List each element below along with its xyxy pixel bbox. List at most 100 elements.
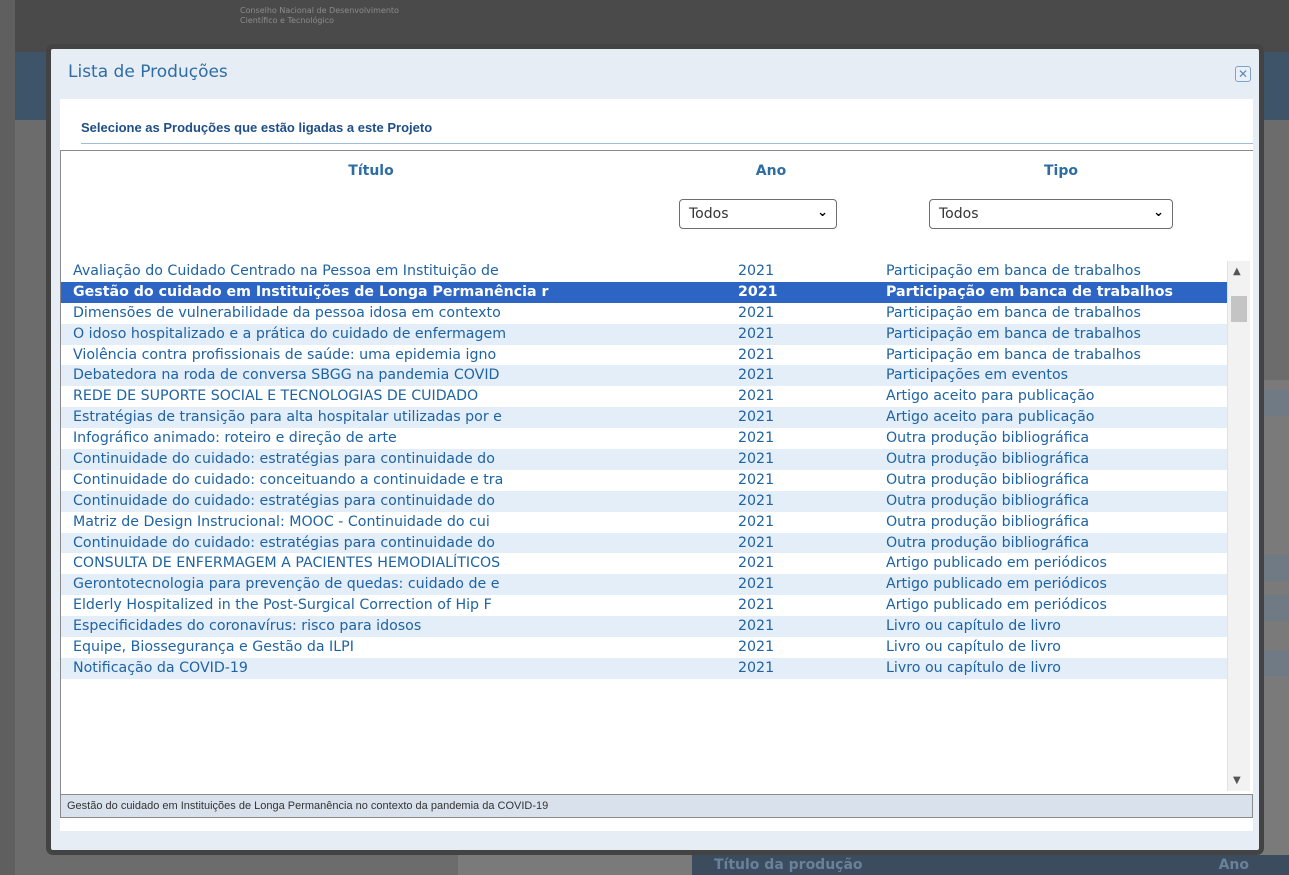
cell-titulo: Continuidade do cuidado: estratégias par… xyxy=(73,451,495,468)
cell-titulo: CONSULTA DE ENFERMAGEM A PACIENTES HEMOD… xyxy=(73,555,501,572)
cell-tipo: Participação em banca de trabalhos xyxy=(886,304,1141,321)
table-body: Avaliação do Cuidado Centrado na Pessoa … xyxy=(61,261,1227,791)
dialog-content: Selecione as Produções que estão ligadas… xyxy=(60,99,1253,831)
table-row[interactable]: Notificação da COVID-19 2021 Livro ou capí… xyxy=(61,657,1227,679)
ano-filter-value: Todos xyxy=(689,206,729,222)
cell-tipo: Livro ou capítulo de livro xyxy=(886,618,1061,635)
cell-titulo: Continuidade do cuidado: estratégias par… xyxy=(73,492,495,509)
background-col-title: Título da produção xyxy=(714,857,863,873)
producoes-table: Título Ano Tipo Todos ⌄ Todos ⌄ Avaliaçã… xyxy=(60,150,1253,818)
column-header-tipo[interactable]: Tipo xyxy=(891,163,1231,179)
background-table-header: Título da produção Ano xyxy=(692,855,1289,875)
table-row[interactable]: Continuidade do cuidado: estratégias par… xyxy=(61,449,1227,470)
close-icon[interactable]: ✕ xyxy=(1235,66,1251,82)
cell-tipo: Outra produção bibliográfica xyxy=(886,430,1090,447)
cell-tipo: Participações em eventos xyxy=(886,367,1069,384)
cell-titulo: Infográfico animado: roteiro e direção d… xyxy=(73,430,397,447)
cell-tipo: Artigo aceito para publicação xyxy=(886,409,1095,426)
cell-ano: 2021 xyxy=(738,325,775,342)
org-line-2: Científico e Tecnológico xyxy=(240,16,335,25)
cell-ano: 2021 xyxy=(738,409,775,426)
table-row[interactable]: Dimensões de vulnerabilidade da pessoa i… xyxy=(61,302,1227,324)
table-row[interactable]: Gerontotecnologia para prevenção de qued… xyxy=(61,574,1227,596)
cell-tipo: Participação em banca de trabalhos xyxy=(886,283,1173,300)
cell-titulo: Dimensões de vulnerabilidade da pessoa i… xyxy=(73,304,501,321)
scroll-thumb[interactable] xyxy=(1231,296,1247,322)
column-header-ano[interactable]: Ano xyxy=(681,163,861,179)
cell-titulo: Gerontotecnologia para prevenção de qued… xyxy=(73,576,500,593)
org-name: Conselho Nacional de Desenvolvimento Cie… xyxy=(240,6,399,26)
table-row[interactable]: Continuidade do cuidado: estratégias par… xyxy=(61,532,1227,554)
scroll-down-icon[interactable]: ▼ xyxy=(1233,775,1241,786)
table-row[interactable]: Especificidades do coronavírus: risco pa… xyxy=(61,616,1227,638)
table-row[interactable]: Violência contra profissionais de saúde:… xyxy=(61,344,1227,366)
cell-tipo: Artigo publicado em periódicos xyxy=(886,555,1107,572)
cell-tipo: Artigo publicado em periódicos xyxy=(886,576,1107,593)
cell-ano: 2021 xyxy=(738,555,775,572)
table-row[interactable]: Infográfico animado: roteiro e direção d… xyxy=(61,428,1227,450)
table-row[interactable]: Elderly Hospitalized in the Post-Surgica… xyxy=(61,595,1227,617)
chevron-down-icon: ⌄ xyxy=(817,205,828,220)
cell-ano: 2021 xyxy=(738,430,775,447)
cell-tipo: Participação em banca de trabalhos xyxy=(886,325,1141,342)
cell-titulo: Debatedora na roda de conversa SBGG na p… xyxy=(73,367,500,384)
cell-tipo: Participação em banca de trabalhos xyxy=(886,263,1141,279)
cell-titulo: Gestão do cuidado em Instituições de Lon… xyxy=(73,283,549,300)
cell-titulo: REDE DE SUPORTE SOCIAL E TECNOLOGIAS DE … xyxy=(73,388,479,405)
table-row[interactable]: Equipe, Biossegurança e Gestão da ILPI 20… xyxy=(61,637,1227,658)
cell-titulo: Avaliação do Cuidado Centrado na Pessoa … xyxy=(73,263,499,279)
cell-ano: 2021 xyxy=(738,346,775,363)
cell-ano: 2021 xyxy=(738,367,775,384)
table-row[interactable]: Continuidade do cuidado: conceituando a … xyxy=(61,469,1227,491)
table-row[interactable]: Avaliação do Cuidado Centrado na Pessoa … xyxy=(61,261,1227,282)
ano-filter-select[interactable]: Todos ⌄ xyxy=(679,199,837,229)
table-row[interactable]: Debatedora na roda de conversa SBGG na p… xyxy=(61,365,1227,387)
table-row[interactable]: Estratégias de transição para alta hospi… xyxy=(61,407,1227,429)
cell-ano: 2021 xyxy=(738,283,778,300)
dialog-subtitle: Selecione as Produções que estão ligadas… xyxy=(81,120,433,135)
cell-tipo: Outra produção bibliográfica xyxy=(886,471,1090,488)
table-row[interactable]: Gestão do cuidado em Instituições de Lon… xyxy=(61,281,1227,303)
scroll-up-icon[interactable]: ▲ xyxy=(1233,266,1241,277)
cell-ano: 2021 xyxy=(738,304,775,321)
cell-ano: 2021 xyxy=(738,263,775,279)
producoes-dialog: Lista de Produções ✕ Selecione as Produç… xyxy=(46,44,1264,855)
cell-ano: 2021 xyxy=(738,597,775,614)
cell-titulo: Elderly Hospitalized in the Post-Surgica… xyxy=(73,597,492,614)
table-row[interactable]: REDE DE SUPORTE SOCIAL E TECNOLOGIAS DE … xyxy=(61,386,1227,408)
cell-ano: 2021 xyxy=(738,492,775,509)
cell-tipo: Livro ou capítulo de livro xyxy=(886,659,1061,676)
cell-titulo: Continuidade do cuidado: conceituando a … xyxy=(73,471,504,488)
org-line-1: Conselho Nacional de Desenvolvimento xyxy=(240,6,399,15)
cell-tipo: Outra produção bibliográfica xyxy=(886,534,1090,551)
cell-tipo: Livro ou capítulo de livro xyxy=(886,639,1061,656)
dialog-title: Lista de Produções xyxy=(68,62,228,82)
selected-item-status: Gestão do cuidado em Instituições de Lon… xyxy=(60,794,1253,818)
table-row[interactable]: CONSULTA DE ENFERMAGEM A PACIENTES HEMOD… xyxy=(61,553,1227,575)
divider xyxy=(81,143,1253,144)
cell-ano: 2021 xyxy=(738,576,775,593)
cell-ano: 2021 xyxy=(738,513,775,530)
table-row[interactable]: O idoso hospitalizado e a prática do cui… xyxy=(61,323,1227,345)
vertical-scrollbar[interactable]: ▲ ▼ xyxy=(1227,261,1250,791)
cell-tipo: Outra produção bibliográfica xyxy=(886,513,1090,530)
tipo-filter-value: Todos xyxy=(939,206,979,222)
table-row[interactable]: Continuidade do cuidado: estratégias par… xyxy=(61,490,1227,512)
column-header-titulo[interactable]: Título xyxy=(61,163,681,179)
cell-ano: 2021 xyxy=(738,451,775,468)
cell-titulo: O idoso hospitalizado e a prática do cui… xyxy=(73,325,507,342)
cell-tipo: Artigo aceito para publicação xyxy=(886,388,1095,405)
table-row[interactable]: Matriz de Design Instrucional: MOOC - Co… xyxy=(61,511,1227,533)
background-col-ano: Ano xyxy=(1218,857,1249,873)
cell-ano: 2021 xyxy=(738,534,775,551)
cell-titulo: Violência contra profissionais de saúde:… xyxy=(73,346,497,363)
chevron-down-icon: ⌄ xyxy=(1153,205,1164,220)
cell-titulo: Estratégias de transição para alta hospi… xyxy=(73,409,502,426)
cell-ano: 2021 xyxy=(738,388,775,405)
cell-tipo: Artigo publicado em periódicos xyxy=(886,597,1107,614)
cell-titulo: Especificidades do coronavírus: risco pa… xyxy=(73,618,422,635)
cell-ano: 2021 xyxy=(738,639,775,656)
cell-tipo: Participação em banca de trabalhos xyxy=(886,346,1141,363)
cell-titulo: Matriz de Design Instrucional: MOOC - Co… xyxy=(73,513,490,530)
tipo-filter-select[interactable]: Todos ⌄ xyxy=(929,199,1173,229)
